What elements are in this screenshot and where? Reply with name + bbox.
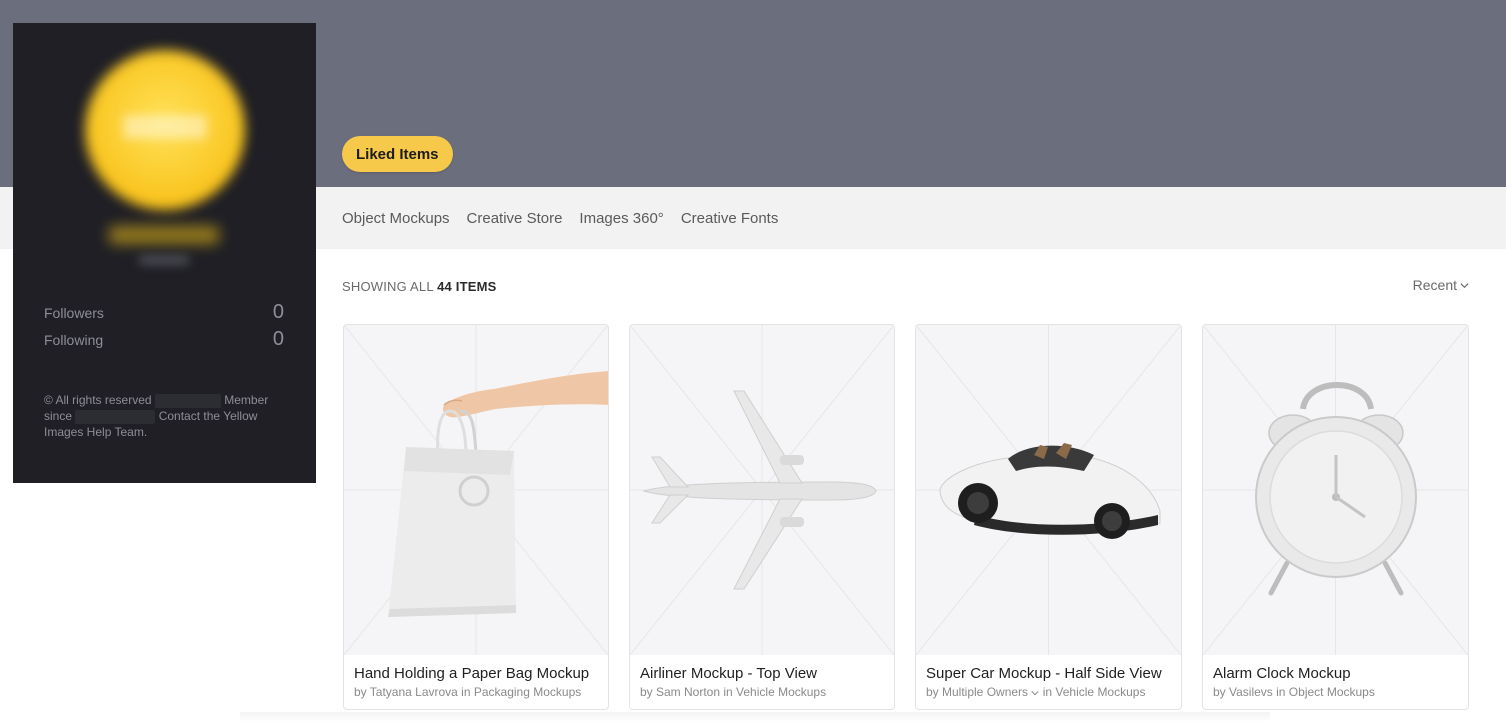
product-title[interactable]: Hand Holding a Paper Bag Mockup <box>354 665 598 682</box>
airplane-icon <box>642 390 877 590</box>
product-title[interactable]: Super Car Mockup - Half Side View <box>926 665 1171 682</box>
sports-car-icon <box>939 443 1161 539</box>
following-label: Following <box>44 331 104 348</box>
product-meta[interactable]: by Multiple Owners in Vehicle Mockups <box>926 685 1171 699</box>
product-thumbnail[interactable] <box>916 325 1181 655</box>
followers-count: 0 <box>272 301 284 323</box>
tab-object-mockups[interactable]: Object Mockups <box>342 210 450 227</box>
profile-name-blurred <box>109 226 219 244</box>
sidebar-footer: © All rights reserved Member since Conta… <box>44 392 284 440</box>
product-meta[interactable]: by Tatyana Lavrova in Packaging Mockups <box>354 685 598 699</box>
product-title[interactable]: Airliner Mockup - Top View <box>640 665 884 682</box>
product-title[interactable]: Alarm Clock Mockup <box>1213 665 1458 682</box>
followers-label: Followers <box>44 304 104 321</box>
product-thumbnail[interactable] <box>1203 325 1468 655</box>
tab-images-360[interactable]: Images 360° <box>579 210 663 227</box>
product-card[interactable]: Alarm Clock Mockup by Vasilevs in Object… <box>1202 324 1469 710</box>
followers-row[interactable]: Followers 0 <box>44 301 284 324</box>
sort-dropdown[interactable]: Recent <box>1413 277 1469 293</box>
profile-sidebar: Followers 0 Following 0 © All rights res… <box>13 23 316 483</box>
product-thumbnail[interactable] <box>630 325 894 655</box>
product-owner[interactable]: by Multiple Owners <box>926 685 1028 699</box>
paper-bag-icon <box>388 371 608 617</box>
footer-member: Member <box>224 393 269 407</box>
showing-prefix: SHOWING ALL <box>342 279 434 294</box>
alarm-clock-icon <box>1255 382 1417 596</box>
items-count: SHOWING ALL 44 ITEMS <box>342 279 497 294</box>
redacted-block <box>154 393 221 408</box>
following-count: 0 <box>272 328 284 350</box>
avatar-logo-blurred <box>123 115 207 139</box>
chevron-down-icon[interactable] <box>1031 689 1039 697</box>
product-card[interactable]: Airliner Mockup - Top View by Sam Norton… <box>629 324 895 710</box>
redacted-block <box>75 409 156 424</box>
product-meta[interactable]: by Vasilevs in Object Mockups <box>1213 685 1458 699</box>
sort-label: Recent <box>1412 277 1457 293</box>
product-category[interactable]: in Vehicle Mockups <box>1043 685 1146 699</box>
product-card[interactable]: Super Car Mockup - Half Side View by Mul… <box>915 324 1182 710</box>
following-row[interactable]: Following 0 <box>44 328 284 351</box>
product-card[interactable]: Hand Holding a Paper Bag Mockup by Tatya… <box>343 324 609 710</box>
tab-creative-fonts[interactable]: Creative Fonts <box>681 210 779 227</box>
product-meta[interactable]: by Sam Norton in Vehicle Mockups <box>640 685 884 699</box>
chevron-down-icon <box>1460 282 1469 288</box>
product-grid: Hand Holding a Paper Bag Mockup by Tatya… <box>343 324 1469 710</box>
profile-handle-blurred <box>139 256 189 264</box>
showing-count: 44 ITEMS <box>437 279 497 294</box>
footer-since: since <box>44 409 73 423</box>
footer-copyright: © All rights reserved <box>44 393 152 407</box>
scroll-fade <box>240 712 1270 722</box>
category-tabs: Object Mockups Creative Store Images 360… <box>342 187 778 249</box>
liked-items-button[interactable]: Liked Items <box>342 136 453 172</box>
tab-creative-store[interactable]: Creative Store <box>467 210 563 227</box>
product-thumbnail[interactable] <box>344 325 608 655</box>
